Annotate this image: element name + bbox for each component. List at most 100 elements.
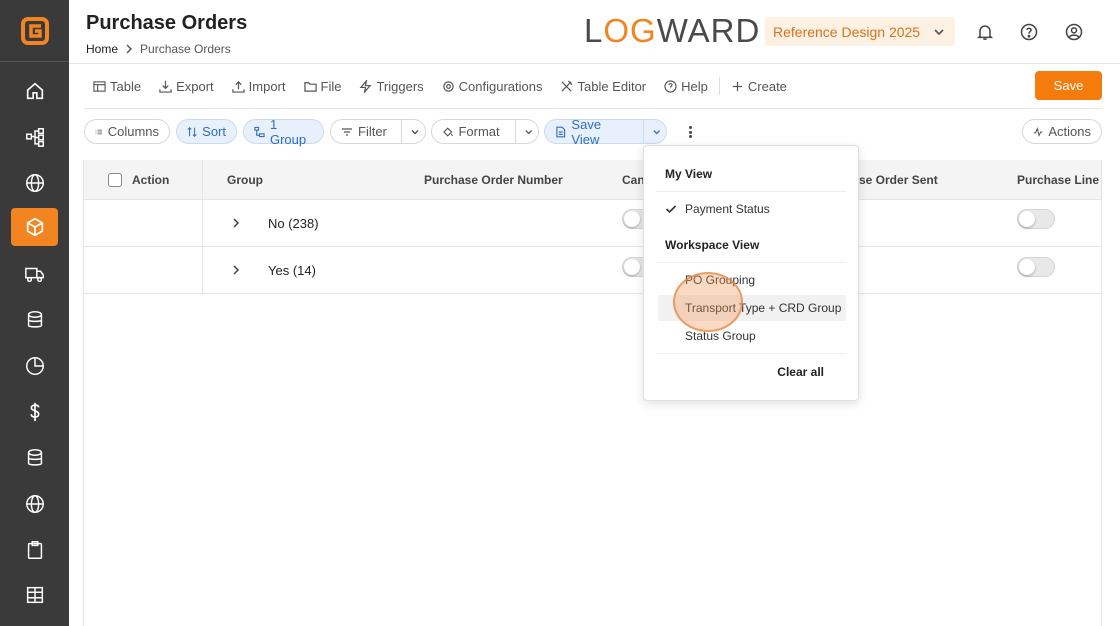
- sidebar-item-analytics[interactable]: [11, 347, 58, 385]
- table-label: Table: [110, 78, 142, 94]
- workspace-view-heading: Workspace View: [665, 238, 760, 252]
- sidebar-item-storage[interactable]: [11, 439, 58, 477]
- sidebar-item-database[interactable]: [11, 301, 58, 339]
- export-button[interactable]: Export: [150, 72, 223, 100]
- brand-logo: LOGWARD: [584, 12, 760, 50]
- data-table: Action Group Purchase Order Number Can s…: [83, 160, 1102, 626]
- chevron-down-icon[interactable]: [523, 126, 534, 138]
- menu-separator: [656, 191, 846, 192]
- chevron-down-icon[interactable]: [409, 126, 421, 138]
- chevron-right-icon[interactable]: [230, 263, 242, 277]
- user-circle-icon: [1065, 23, 1083, 41]
- menu-item-po-grouping[interactable]: PO Grouping: [658, 267, 846, 293]
- brand-letter-l: L: [584, 12, 604, 49]
- header-can[interactable]: Can: [622, 173, 645, 187]
- help-button[interactable]: [1017, 20, 1041, 44]
- menu-item-label: Transport Type + CRD Group: [685, 301, 842, 315]
- actions-button[interactable]: Actions: [1022, 119, 1102, 144]
- brand-letter-o: O: [603, 12, 631, 49]
- notifications-button[interactable]: [973, 20, 997, 44]
- toolbar-divider: [84, 108, 1102, 109]
- help-circle-icon: [1020, 23, 1038, 41]
- table-editor-button[interactable]: Table Editor: [551, 72, 655, 100]
- help-toolbar-button[interactable]: Help: [655, 72, 717, 100]
- truck-icon: [24, 267, 44, 283]
- file-button[interactable]: File: [295, 72, 351, 100]
- menu-item-status-group[interactable]: Status Group: [658, 323, 846, 349]
- save-view-button[interactable]: Save View: [544, 117, 667, 147]
- more-options-button[interactable]: [685, 124, 695, 140]
- pie-chart-icon: [25, 357, 44, 375]
- table-row[interactable]: Yes (14): [84, 247, 1101, 294]
- save-button[interactable]: Save: [1035, 71, 1102, 100]
- sort-label: Sort: [202, 124, 226, 139]
- table-row[interactable]: No (238): [84, 200, 1101, 247]
- my-view-heading: My View: [665, 167, 713, 181]
- configurations-button[interactable]: Configurations: [433, 72, 552, 100]
- chevron-right-icon[interactable]: [230, 216, 242, 230]
- sidebar-item-transport[interactable]: [11, 255, 58, 293]
- purchase-line-toggle[interactable]: [1017, 209, 1055, 229]
- header-action[interactable]: Action: [132, 173, 169, 187]
- breadcrumb-home[interactable]: Home: [86, 42, 118, 56]
- sidebar-item-finance[interactable]: [11, 393, 58, 431]
- sidebar-item-purchase-orders[interactable]: [11, 208, 58, 246]
- sidebar-item-globe[interactable]: [11, 164, 58, 202]
- gear-icon: [442, 80, 454, 92]
- triggers-label: Triggers: [376, 78, 424, 94]
- workspace-select-value: Reference Design 2025: [773, 23, 921, 40]
- app-logo[interactable]: [0, 0, 69, 62]
- sidebar-item-home[interactable]: [11, 72, 58, 110]
- purchase-line-toggle[interactable]: [1017, 257, 1055, 277]
- kebab-dot: [688, 130, 692, 134]
- format-label: Format: [458, 124, 500, 139]
- user-profile-button[interactable]: [1062, 20, 1086, 44]
- table-button[interactable]: Table: [84, 72, 150, 100]
- filter-button[interactable]: Filter: [330, 119, 426, 144]
- triggers-button[interactable]: Triggers: [350, 72, 432, 100]
- logo-icon: [20, 16, 49, 45]
- filter-label: Filter: [358, 124, 387, 139]
- download-icon: [159, 80, 172, 93]
- create-label: Create: [747, 78, 787, 94]
- format-button[interactable]: Format: [431, 119, 539, 144]
- chevron-down-icon[interactable]: [651, 126, 662, 138]
- sidebar-item-network[interactable]: [11, 485, 58, 523]
- toolbar: Table Export Import File Triggers Config…: [84, 72, 796, 100]
- import-button[interactable]: Import: [223, 72, 295, 100]
- header-po-number[interactable]: Purchase Order Number: [424, 173, 563, 187]
- grid-icon: [26, 586, 43, 604]
- group-button[interactable]: 1 Group: [243, 117, 324, 147]
- workspace-select[interactable]: Reference Design 2025: [765, 17, 955, 46]
- sort-button[interactable]: Sort: [176, 119, 237, 144]
- menu-item-transport-type-crd-group[interactable]: Transport Type + CRD Group: [658, 295, 846, 321]
- group-icon: [254, 126, 265, 137]
- header-purchase-line[interactable]: Purchase Line C: [1017, 173, 1101, 187]
- save-view-menu: My View Payment Status Workspace View PO…: [643, 145, 859, 401]
- sidebar-item-hierarchy[interactable]: [11, 118, 58, 156]
- menu-item-label: PO Grouping: [685, 273, 756, 287]
- export-label: Export: [176, 78, 214, 94]
- help-icon: [664, 79, 677, 93]
- database-icon: [27, 311, 42, 328]
- sidebar-item-tasks[interactable]: [11, 531, 58, 569]
- kebab-dot: [688, 135, 692, 138]
- menu-separator: [656, 353, 846, 354]
- header-group[interactable]: Group: [227, 173, 263, 187]
- menu-item-payment-status[interactable]: Payment Status: [658, 196, 846, 222]
- menu-item-label: Payment Status: [685, 202, 770, 216]
- tools-icon: [561, 80, 573, 92]
- select-all-checkbox[interactable]: [108, 173, 122, 187]
- checkmark-icon: [665, 205, 677, 214]
- create-button[interactable]: Create: [722, 72, 796, 100]
- home-icon: [26, 82, 43, 100]
- header-order-sent[interactable]: se Order Sent: [859, 173, 938, 187]
- save-view-divider: [642, 119, 644, 144]
- table-icon: [93, 80, 106, 92]
- configurations-label: Configurations: [458, 78, 543, 94]
- clear-all-button[interactable]: Clear all: [777, 365, 824, 379]
- sidebar-item-dashboard[interactable]: [11, 576, 58, 614]
- chevron-right-icon: [126, 44, 133, 54]
- group-row-label: No (238): [268, 216, 319, 231]
- columns-button[interactable]: Columns: [84, 119, 170, 144]
